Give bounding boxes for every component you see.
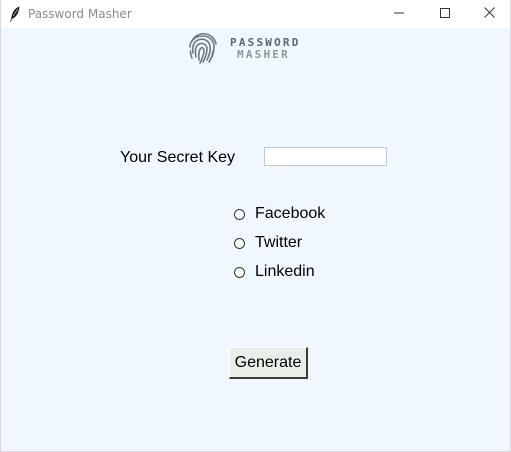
maximize-button[interactable] <box>422 0 468 28</box>
fingerprint-icon <box>187 31 219 65</box>
radio-label: Linkedin <box>255 263 315 280</box>
app-window: Password Masher PASSWORD MASHER Your Sec… <box>0 0 511 452</box>
logo-title-line2: MASHER <box>237 48 290 61</box>
close-icon <box>483 5 495 23</box>
generate-button[interactable]: Generate <box>229 347 308 379</box>
radio-button-icon[interactable] <box>234 237 245 249</box>
radio-twitter[interactable]: Twitter <box>234 233 302 253</box>
radio-label: Twitter <box>255 234 303 251</box>
minimize-button[interactable] <box>376 0 422 28</box>
minimize-icon <box>394 5 404 23</box>
maximize-icon <box>440 5 450 23</box>
close-button[interactable] <box>466 0 511 28</box>
radio-button-icon[interactable] <box>234 208 245 220</box>
app-logo: PASSWORD MASHER <box>187 31 307 65</box>
radio-facebook[interactable]: Facebook <box>234 204 325 224</box>
radio-label: Facebook <box>255 205 326 222</box>
secret-key-input[interactable] <box>264 147 387 166</box>
title-bar[interactable]: Password Masher <box>1 0 510 28</box>
feather-icon <box>9 6 21 22</box>
secret-key-label: Your Secret Key <box>120 149 236 166</box>
radio-linkedin[interactable]: Linkedin <box>234 262 315 282</box>
window-title: Password Masher <box>28 7 132 21</box>
radio-button-icon[interactable] <box>234 266 245 278</box>
